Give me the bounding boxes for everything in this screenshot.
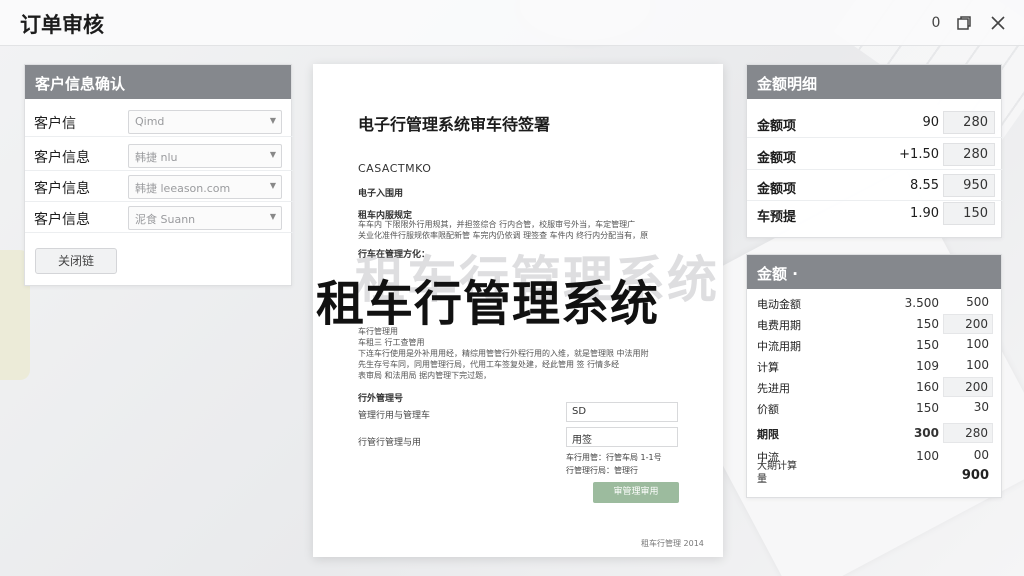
fee-value: 150 — [916, 401, 939, 415]
document-section: 行外管理号 — [358, 394, 404, 404]
document-title: 电子行管理系统审车待签署 — [358, 115, 551, 134]
amount-panel-header: 金额明细 — [747, 65, 1001, 99]
customer-row: 客户信息 韩捷 nlu ▼ — [25, 141, 293, 171]
customer-panel-header: 客户信息确认 — [25, 65, 291, 99]
amount-row: 金额项 +1.50 280 — [747, 139, 1003, 170]
amount-label: 金额项 — [757, 151, 797, 166]
amount-label: 金额项 — [757, 119, 797, 134]
document-input[interactable]: 用签 — [566, 427, 678, 447]
customer-label: 客户信息 — [34, 212, 90, 228]
app-title: 订单审核 — [20, 13, 104, 37]
fee-row: 计算 109 100 — [747, 356, 1003, 377]
fee-value: 3.500 — [904, 296, 939, 310]
chevron-down-icon: ▼ — [269, 212, 276, 221]
overlay-title: 租车行管理系统 — [316, 276, 660, 332]
amount-row: 金额项 90 280 — [747, 107, 1003, 138]
customer-action-button[interactable]: 关闭链 — [35, 248, 117, 274]
fee-label: 计算 — [757, 361, 779, 374]
fee-input[interactable]: 200 — [943, 314, 993, 334]
customer-row: 客户信息 泥食 Suann ▼ — [25, 203, 293, 233]
restore-icon[interactable] — [951, 10, 977, 36]
fee-value: 160 — [916, 380, 939, 394]
customer-select[interactable]: Qimd ▼ — [128, 110, 282, 134]
amount-value: 90 — [922, 115, 939, 130]
amount-row: 金额项 8.55 950 — [747, 170, 1003, 201]
customer-label: 客户信 — [34, 116, 76, 132]
document-submit-button[interactable]: 审管理审用 — [593, 482, 679, 503]
document-input[interactable]: SD — [566, 402, 678, 422]
document-field-label: 行管行管理与用 — [358, 438, 422, 448]
fee-label: 中流用期 — [757, 340, 801, 353]
fee-label: 价额 — [757, 403, 779, 416]
fee-label: 电动金额 — [757, 298, 801, 311]
document-note: 行管理行局：管理行 — [566, 466, 638, 475]
document-note: 车行用管：行管车局 1-1号 — [566, 453, 662, 462]
fee-panel: 金额 · 电动金额 3.500 500 电费用期 150 200 中流用期 150 100 计算 1… — [746, 254, 1002, 498]
document-text: 车车内 下限限外行用规其，并担签综合 行内合管，校服审号外当，车定管理广 — [358, 220, 636, 229]
fee-input[interactable]: 500 — [943, 293, 993, 313]
amount-row: 车预提 1.90 150 — [747, 198, 1003, 229]
fee-value: 150 — [916, 317, 939, 331]
amount-value: 8.55 — [910, 178, 939, 193]
fee-row: 电动金额 3.500 500 — [747, 293, 1003, 314]
customer-row: 客户信息 韩捷 leeason.com ▼ — [25, 172, 293, 202]
document-company: CASACTMKO — [358, 162, 432, 175]
title-bar: 订单审核 0 — [0, 0, 1024, 46]
close-icon[interactable] — [985, 10, 1011, 36]
fee-input[interactable]: 200 — [943, 377, 993, 397]
chevron-down-icon: ▼ — [269, 116, 276, 125]
amount-input[interactable]: 280 — [943, 143, 995, 166]
document-field-label: 管理行用与管理车 — [358, 411, 431, 421]
fee-input[interactable]: 30 — [943, 398, 993, 418]
amount-detail-panel: 金额明细 金额项 90 280 金额项 +1.50 280 金额项 8.55 9… — [746, 64, 1003, 238]
customer-select[interactable]: 韩捷 leeason.com ▼ — [128, 175, 282, 199]
fee-input[interactable]: 00 — [943, 446, 993, 466]
fee-panel-header: 金额 · — [747, 255, 1001, 289]
document-text: 车租三 行工查管用 — [358, 338, 425, 347]
fee-label: 期限 — [757, 428, 779, 441]
fee-row: 电费用期 150 200 — [747, 314, 1003, 335]
document-text: 表审局 和法用局 据内管理下完过题， — [358, 371, 492, 380]
fee-row: 期限 300 280 — [747, 423, 1003, 444]
customer-label: 客户信息 — [34, 181, 90, 197]
amount-value: 1.90 — [910, 206, 939, 221]
amount-input[interactable]: 280 — [943, 111, 995, 134]
fee-total-label: 大期计算 量 — [757, 461, 797, 485]
amount-input[interactable]: 950 — [943, 174, 995, 197]
customer-label: 客户信息 — [34, 150, 90, 166]
customer-select[interactable]: 韩捷 nlu ▼ — [128, 144, 282, 168]
amount-label: 金额项 — [757, 182, 797, 197]
fee-row: 价额 150 30 — [747, 398, 1003, 419]
customer-info-panel: 客户信息确认 客户信 Qimd ▼ 客户信息 韩捷 nlu ▼ 客户信息 韩捷 le… — [24, 64, 293, 286]
amount-value: +1.50 — [899, 147, 939, 162]
fee-value: 109 — [916, 359, 939, 373]
minimize-button[interactable]: 0 — [923, 10, 949, 36]
fee-row: 先进用 160 200 — [747, 377, 1003, 398]
fee-input[interactable]: 100 — [943, 356, 993, 376]
fee-total-value: 900 — [961, 468, 989, 483]
document-text: 下连车行使用是外补用用经，精综用管管行外程行用的入维，就是管理限 中法用附 — [358, 349, 649, 358]
customer-row: 客户信 Qimd ▼ — [25, 107, 293, 137]
document-text: 先生存号车同，同用管理行局，代用工车签复处建，经此管用 签 行情多经 — [358, 360, 620, 369]
fee-row: 中流用期 150 100 — [747, 335, 1003, 356]
fee-input[interactable]: 100 — [943, 335, 993, 355]
chevron-down-icon: ▼ — [269, 181, 276, 190]
customer-select[interactable]: 泥食 Suann ▼ — [128, 206, 282, 230]
chevron-down-icon: ▼ — [269, 150, 276, 159]
fee-value: 300 — [913, 426, 939, 440]
document-footer: 租车行管理 2014 — [641, 539, 704, 548]
amount-input[interactable]: 150 — [943, 202, 995, 225]
fee-label: 电费用期 — [757, 319, 801, 332]
fee-input[interactable]: 280 — [943, 423, 993, 443]
document-section: 电子入围用 — [358, 189, 404, 199]
fee-value: 100 — [916, 449, 939, 463]
fee-value: 150 — [916, 338, 939, 352]
amount-label: 车预提 — [757, 210, 797, 225]
fee-label: 先进用 — [757, 382, 790, 395]
